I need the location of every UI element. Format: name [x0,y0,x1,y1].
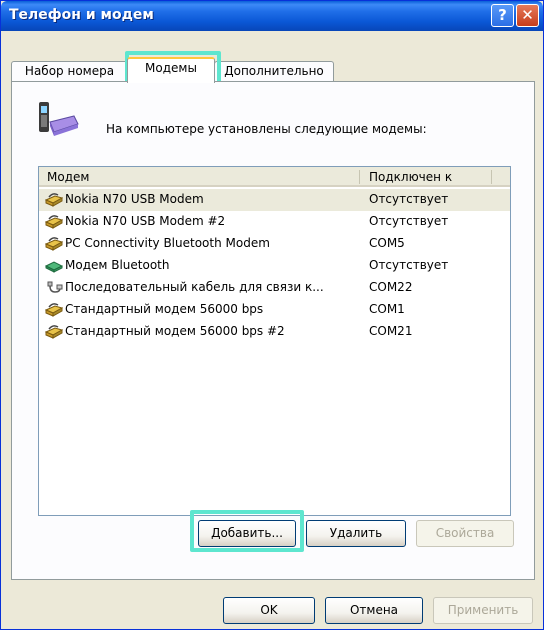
modem-list[interactable]: Модем Подключен к Nokia N70 USB Modem От… [38,166,511,516]
modem-icon [45,237,63,251]
cancel-button[interactable]: Отмена [325,597,423,624]
modem-icon [45,325,63,339]
modem-name: PC Connectivity Bluetooth Modem [65,236,270,250]
modem-name: Nokia N70 USB Modem [65,192,204,206]
title-bar[interactable]: Телефон и модем ? ✕ [1,1,543,31]
add-button-highlight [190,510,304,552]
table-row[interactable]: Nokia N70 USB Modem Отсутствует [39,189,510,211]
table-row[interactable]: Модем Bluetooth Отсутствует [39,255,510,277]
list-header: Модем Подключен к [39,167,510,187]
modem-connection: Отсутствует [369,192,449,206]
remove-button[interactable]: Удалить [306,520,406,547]
column-separator[interactable] [359,170,360,184]
column-header-modem[interactable]: Модем [47,170,89,184]
modem-name: Стандартный модем 56000 bps [65,302,264,316]
cable-icon [47,281,63,293]
modem-icon [45,303,63,317]
bluetooth-modem-icon [45,261,63,273]
modem-connection: Отсутствует [369,214,449,228]
tab-dialing[interactable]: Набор номера [11,61,128,81]
phone-modem-icon [39,102,79,136]
table-row[interactable]: Nokia N70 USB Modem #2 Отсутствует [39,211,510,233]
modem-icon [45,193,63,207]
table-row[interactable]: PC Connectivity Bluetooth Modem COM5 [39,233,510,255]
window-title: Телефон и модем [9,7,154,23]
modem-connection: COM1 [369,302,405,316]
modem-connection: COM22 [369,280,413,294]
modem-connection: Отсутствует [369,258,449,272]
intro-text: На компьютере установлены следующие моде… [106,122,427,136]
modem-connection: COM5 [369,236,405,250]
ok-button[interactable]: OK [223,597,315,624]
modem-name: Nokia N70 USB Modem #2 [65,214,226,228]
tab-panel-modems: На компьютере установлены следующие моде… [11,81,535,580]
tab-modems[interactable]: Модемы [127,57,215,83]
table-row[interactable]: Стандартный модем 56000 bps #2 COM21 [39,321,510,343]
help-button[interactable]: ? [491,4,514,27]
table-row[interactable]: Последовательный кабель для связи к... C… [39,277,510,299]
modem-name: Последовательный кабель для связи к... [65,280,324,294]
close-icon: ✕ [521,6,534,24]
modem-name: Модем Bluetooth [65,258,170,272]
modem-connection: COM21 [369,324,413,338]
modem-name: Стандартный модем 56000 bps #2 [65,324,285,338]
table-row[interactable]: Стандартный модем 56000 bps COM1 [39,299,510,321]
tab-advanced[interactable]: Дополнительно [214,61,334,81]
close-button[interactable]: ✕ [516,4,539,27]
properties-button[interactable]: Свойства [416,520,514,547]
apply-button[interactable]: Применить [433,597,533,624]
column-separator[interactable] [491,170,492,184]
phone-modem-dialog: Телефон и модем ? ✕ Набор номера Модемы … [0,0,544,630]
column-header-connected[interactable]: Подключен к [369,170,452,184]
help-icon: ? [498,6,507,24]
modem-icon [45,215,63,229]
